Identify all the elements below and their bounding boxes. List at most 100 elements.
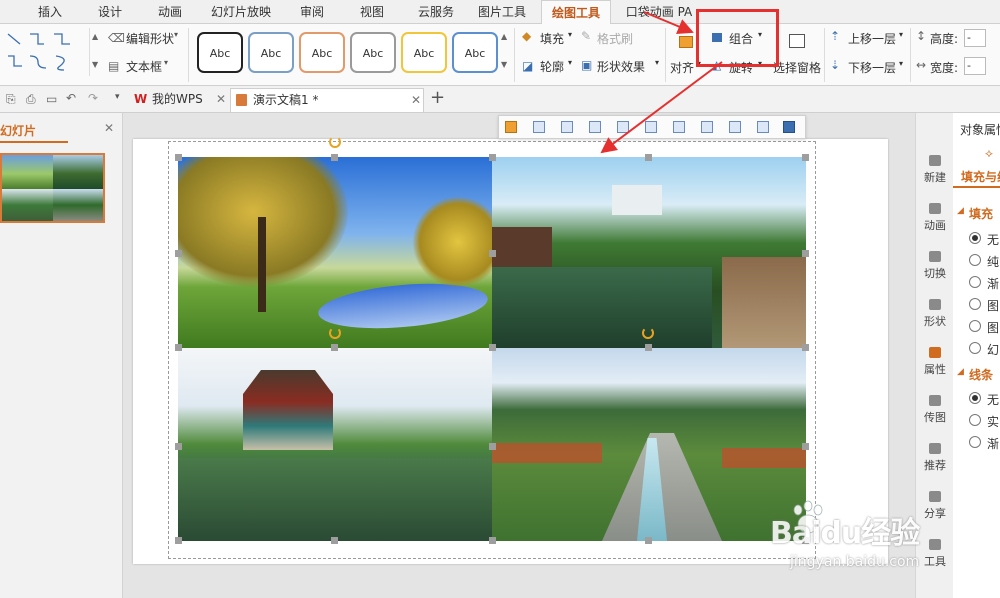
fill-option-slide-bg[interactable]: [969, 342, 981, 354]
line-option-none[interactable]: [969, 392, 981, 404]
align-button[interactable]: 对齐: [670, 59, 694, 76]
resize-handle[interactable]: [489, 344, 496, 351]
shape-style-3[interactable]: Abc: [299, 32, 345, 73]
tab-design[interactable]: 设计: [88, 0, 132, 24]
text-box-button[interactable]: 文本框: [126, 58, 162, 75]
align-top-icon[interactable]: [589, 121, 601, 133]
resize-handle[interactable]: [175, 443, 182, 450]
center-on-slide-icon[interactable]: [729, 121, 741, 133]
shape-style-6[interactable]: Abc: [452, 32, 498, 73]
tab-slideshow[interactable]: 幻灯片放映: [205, 0, 277, 24]
quick-access-dropdown-icon[interactable]: ▾: [115, 92, 120, 102]
resize-handle[interactable]: [331, 537, 338, 544]
connector-shapes-gallery[interactable]: [4, 28, 88, 76]
distribute-vertical-icon[interactable]: [701, 121, 713, 133]
close-icon[interactable]: ✕: [216, 88, 226, 110]
rotate-handle-icon[interactable]: [329, 136, 341, 148]
width-input[interactable]: -: [964, 57, 986, 75]
redo-icon[interactable]: ↷: [88, 91, 98, 105]
undo-icon[interactable]: ↶: [66, 91, 76, 105]
line-option-gradient[interactable]: [969, 436, 981, 448]
tab-drawing-tools[interactable]: 绘图工具: [541, 0, 611, 25]
resize-handle[interactable]: [645, 154, 652, 161]
outline-button[interactable]: 轮廓: [540, 58, 564, 75]
tab-presentation[interactable]: 演示文稿1 * ✕: [230, 88, 424, 112]
tab-animation[interactable]: 动画: [148, 0, 192, 24]
resize-handle[interactable]: [175, 344, 182, 351]
resize-handle[interactable]: [802, 154, 809, 161]
close-icon[interactable]: ✕: [411, 89, 421, 111]
fill-button[interactable]: 填充: [540, 30, 564, 47]
tab-review[interactable]: 审阅: [290, 0, 334, 24]
photo-garden-pond[interactable]: [492, 157, 806, 348]
resize-handle[interactable]: [489, 154, 496, 161]
resize-handle[interactable]: [175, 154, 182, 161]
resize-handle[interactable]: [645, 537, 652, 544]
shape-style-1[interactable]: Abc: [197, 32, 243, 73]
resize-handle[interactable]: [331, 154, 338, 161]
tab-insert[interactable]: 插入: [28, 0, 72, 24]
tab-my-wps[interactable]: W 我的WPS ✕: [130, 88, 230, 112]
fill-section-header[interactable]: 填充: [969, 205, 993, 222]
line-section-header[interactable]: 线条: [969, 366, 993, 383]
shape-style-4[interactable]: Abc: [350, 32, 396, 73]
resize-handle[interactable]: [489, 250, 496, 257]
photo-autumn-willow[interactable]: [178, 157, 492, 348]
line-option-solid[interactable]: [969, 414, 981, 426]
distribute-horizontal-icon[interactable]: [673, 121, 685, 133]
tab-picture-tools[interactable]: 图片工具: [470, 0, 534, 24]
group-icon[interactable]: [783, 121, 795, 133]
fill-option-picture[interactable]: [969, 298, 981, 310]
resize-handle[interactable]: [802, 250, 809, 257]
fill-bucket-icon[interactable]: ⟡: [985, 146, 993, 161]
align-center-icon[interactable]: [533, 121, 545, 133]
height-input[interactable]: -: [964, 29, 986, 47]
style-gallery-scroll[interactable]: ▲ ▼: [501, 30, 511, 76]
slide-thumbnail-1[interactable]: [0, 153, 105, 223]
preview-icon[interactable]: ▭: [46, 92, 57, 106]
edit-shape-button[interactable]: 编辑形状: [126, 30, 174, 47]
align-middle-icon[interactable]: [617, 121, 629, 133]
align-bottom-icon[interactable]: [645, 121, 657, 133]
rail-properties[interactable]: 属性: [916, 347, 954, 377]
align-right-icon[interactable]: [561, 121, 573, 133]
selection-pane-button[interactable]: 选择窗格: [773, 59, 821, 76]
rotate-handle-icon[interactable]: [329, 327, 341, 339]
close-icon[interactable]: ✕: [104, 121, 114, 135]
new-tab-icon[interactable]: +: [430, 87, 445, 108]
tab-fill-and-line[interactable]: 填充与线条: [961, 168, 1000, 185]
fill-option-pattern[interactable]: [969, 320, 981, 332]
tab-view[interactable]: 视图: [350, 0, 394, 24]
rotate-handle-icon[interactable]: [642, 327, 654, 339]
resize-handle[interactable]: [175, 250, 182, 257]
tab-pocket-animation[interactable]: 口袋动画 PA: [618, 0, 700, 24]
format-painter-button[interactable]: 格式刷: [597, 30, 633, 47]
tab-cloud[interactable]: 云服务: [408, 0, 464, 24]
shape-style-2[interactable]: Abc: [248, 32, 294, 73]
rail-recommend[interactable]: 推荐: [916, 443, 954, 473]
collapse-icon[interactable]: ◢: [957, 206, 964, 216]
gallery-scroll[interactable]: ▲ ▼: [89, 28, 101, 76]
bring-forward-button[interactable]: 上移一层: [848, 30, 896, 47]
send-backward-button[interactable]: 下移一层: [848, 59, 896, 76]
collapse-icon[interactable]: ◢: [957, 367, 964, 377]
rail-upload-image[interactable]: 传图: [916, 395, 954, 425]
fill-option-none[interactable]: [969, 232, 981, 244]
align-left-icon[interactable]: [505, 121, 517, 133]
rail-new[interactable]: 新建: [916, 155, 954, 185]
resize-handle[interactable]: [489, 537, 496, 544]
resize-handle[interactable]: [802, 344, 809, 351]
rail-transition[interactable]: 切换: [916, 251, 954, 281]
fill-option-gradient[interactable]: [969, 276, 981, 288]
resize-handle[interactable]: [489, 443, 496, 450]
resize-handle[interactable]: [802, 443, 809, 450]
resize-handle[interactable]: [175, 537, 182, 544]
fit-to-slide-icon[interactable]: [757, 121, 769, 133]
shape-style-5[interactable]: Abc: [401, 32, 447, 73]
photo-fountain-steps[interactable]: [492, 348, 806, 541]
fill-option-solid[interactable]: [969, 254, 981, 266]
rail-shape[interactable]: 形状: [916, 299, 954, 329]
shape-effects-button[interactable]: 形状效果: [597, 58, 645, 75]
print-icon[interactable]: ⎙: [26, 92, 36, 107]
new-icon[interactable]: ⎘: [6, 92, 16, 107]
